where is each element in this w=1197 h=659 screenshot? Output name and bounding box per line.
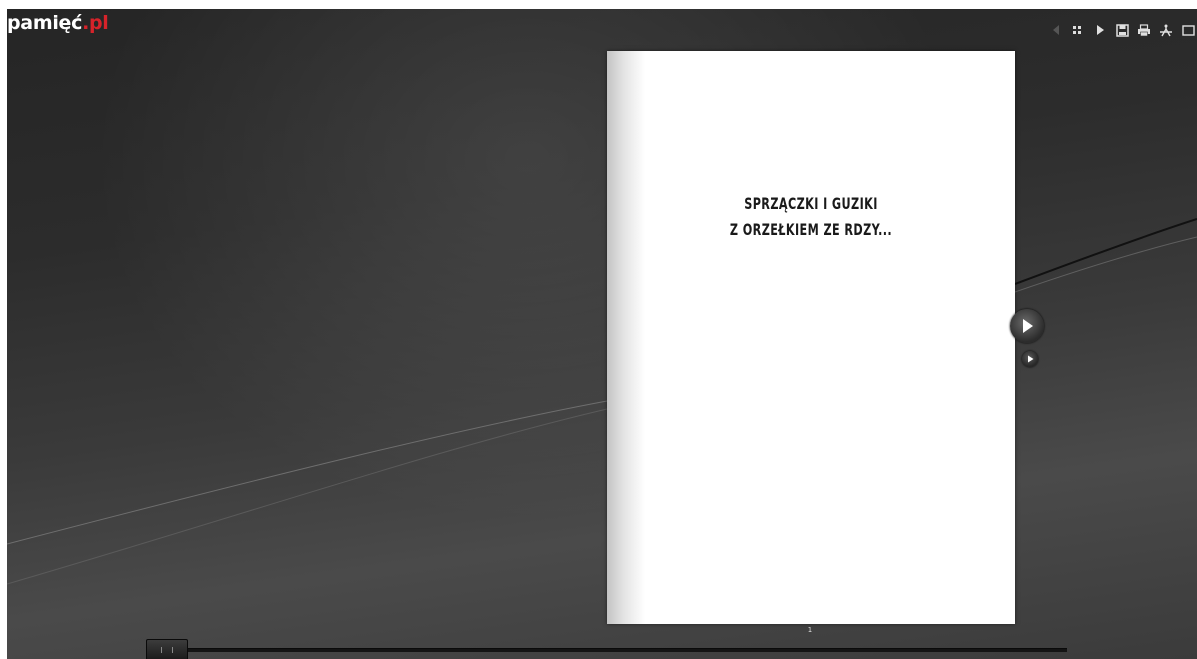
logo-domain: .pl [82,12,109,34]
grid-thumbnails-icon[interactable] [1069,21,1087,39]
fullscreen-icon[interactable] [1179,21,1197,39]
page-title-line-2: Z ORZEŁKIEM ZE RDZY... [729,220,893,239]
page-slider-track[interactable] [157,648,1067,652]
prev-arrow-icon[interactable] [1047,21,1065,39]
share-icon[interactable] [1157,21,1175,39]
grip-icon [161,647,173,653]
page-gutter-shadow [607,51,645,624]
page-title-line-1: SPRZĄCZKI I GUZIKI [744,194,878,213]
save-icon[interactable] [1113,21,1131,39]
page-slider-thumb[interactable] [146,639,188,659]
page-title: SPRZĄCZKI I GUZIKI Z ORZEŁKIEM ZE RDZY..… [652,191,970,243]
logo-text: pamięć [7,12,83,34]
print-icon[interactable] [1135,21,1153,39]
page-number: 1 [807,626,813,634]
next-page-icon[interactable] [1010,309,1044,343]
last-page-icon[interactable] [1022,351,1038,367]
toolbar [1043,21,1197,39]
play-icon[interactable] [1091,21,1109,39]
book-page[interactable]: SPRZĄCZKI I GUZIKI Z ORZEŁKIEM ZE RDZY..… [607,51,1015,624]
site-logo[interactable]: pamięć.pl [7,10,109,36]
flipbook-viewer: pamięć.pl SPRZĄCZKI I GUZIKI Z ORZEŁKIEM… [7,9,1197,659]
